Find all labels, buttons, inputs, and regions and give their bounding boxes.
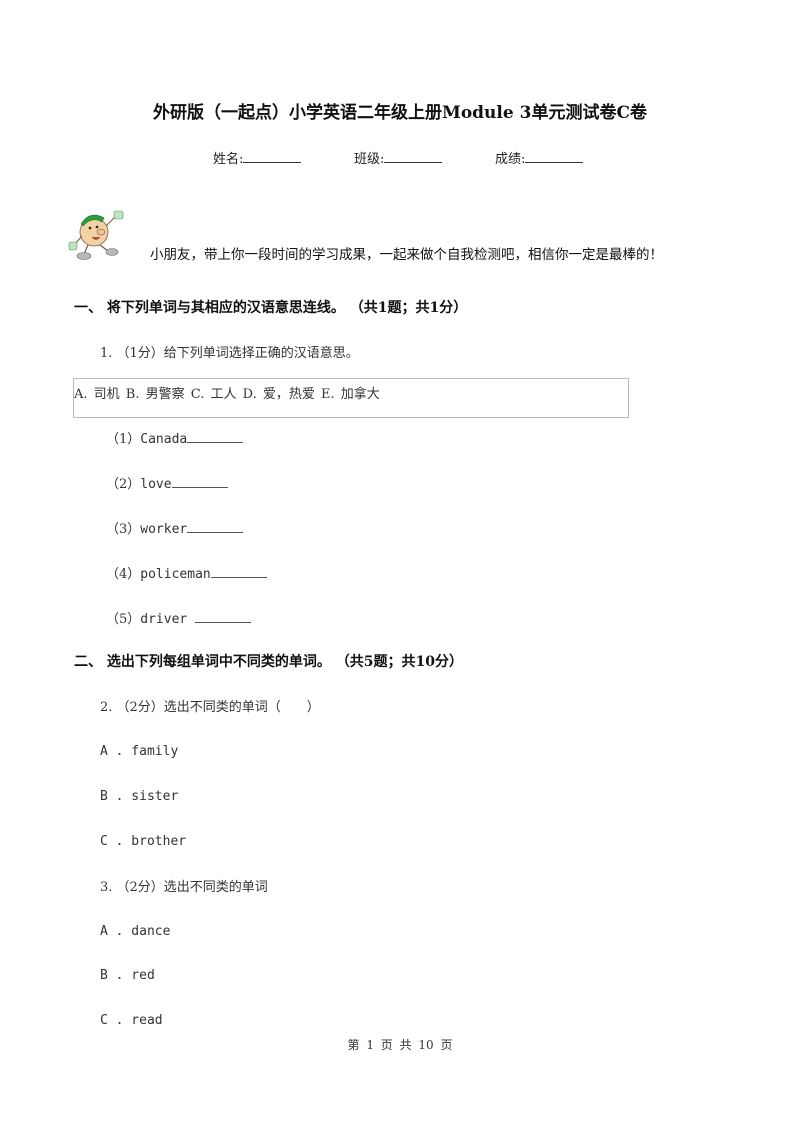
page-number: 第 1 页 共 10 页 <box>347 1038 453 1052</box>
item-word: Canada <box>140 432 188 447</box>
document-title: 外研版（一起点）小学英语二年级上册Module 3单元测试卷C卷 <box>153 103 647 123</box>
name-label: 姓名: <box>213 152 244 167</box>
name-field[interactable]: 姓名: <box>213 148 302 167</box>
question-2-option-c[interactable]: C . brother <box>100 834 186 849</box>
answer-blank[interactable] <box>187 430 244 443</box>
question-2-option-a[interactable]: A . family <box>100 744 178 759</box>
class-label: 班级: <box>354 152 385 167</box>
section-2-heading: 二、 选出下列每组单词中不同类的单词。 （共5题；共10分） <box>74 654 463 670</box>
choices-text: A. 司机 B. 男警察 C. 工人 D. 爱，热爱 E. 加拿大 <box>74 387 380 402</box>
question-2-option-b[interactable]: B . sister <box>100 789 178 804</box>
item-number: （4） <box>106 567 141 582</box>
item-number: （5） <box>106 612 141 627</box>
match-item-5[interactable]: （5）driver <box>106 608 252 627</box>
item-word: policeman <box>140 567 211 582</box>
class-field[interactable]: 班级: <box>354 148 443 167</box>
score-blank[interactable] <box>525 150 584 163</box>
class-blank[interactable] <box>384 150 443 163</box>
item-number: （2） <box>106 477 141 492</box>
item-word: worker <box>140 522 188 537</box>
intro-text: 小朋友，带上你一段时间的学习成果，一起来做个自我检测吧，相信你一定是最棒的！ <box>150 247 663 263</box>
item-word: love <box>140 477 172 492</box>
match-item-2[interactable]: （2）love <box>106 473 228 492</box>
answer-blank[interactable] <box>210 565 267 578</box>
question-3-option-b[interactable]: B . red <box>100 968 155 983</box>
score-field[interactable]: 成绩: <box>495 148 584 167</box>
match-item-4[interactable]: （4）policeman <box>106 563 267 582</box>
name-blank[interactable] <box>243 150 302 163</box>
score-label: 成绩: <box>495 152 526 167</box>
answer-blank[interactable] <box>171 475 228 488</box>
section-1-heading: 一、 将下列单词与其相应的汉语意思连线。 （共1题；共1分） <box>74 300 468 316</box>
answer-blank[interactable] <box>195 610 252 623</box>
answer-blank[interactable] <box>187 520 244 533</box>
question-1-stem: 1. （1分）给下列单词选择正确的汉语意思。 <box>100 346 359 361</box>
match-item-3[interactable]: （3）worker <box>106 518 244 537</box>
item-number: （1） <box>106 432 141 447</box>
item-word: driver <box>140 612 196 627</box>
question-3-stem: 3. （2分）选出不同类的单词 <box>100 880 268 895</box>
question-3-option-a[interactable]: A . dance <box>100 924 170 939</box>
question-3-option-c[interactable]: C . read <box>100 1013 163 1028</box>
item-number: （3） <box>106 522 141 537</box>
match-item-1[interactable]: （1）Canada <box>106 428 244 447</box>
question-2-stem: 2. （2分）选出不同类的单词（ ） <box>100 700 320 715</box>
mascot-icon <box>68 210 124 260</box>
